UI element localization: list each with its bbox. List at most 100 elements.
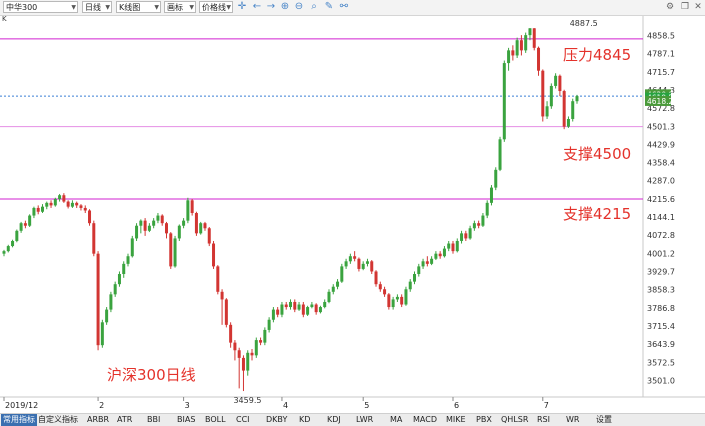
candle-body	[173, 238, 177, 267]
candle-body	[519, 40, 523, 51]
candle-body	[532, 28, 536, 48]
price-mode-select[interactable]: 价格线 ▼	[199, 1, 233, 13]
candle-body	[53, 199, 57, 206]
candle-body	[182, 220, 186, 226]
tab-bias[interactable]: BIAS	[177, 414, 195, 426]
candle-body	[395, 296, 399, 300]
candle-body	[194, 213, 198, 234]
settings-icon[interactable]: ⚙	[664, 1, 676, 13]
candle-body	[199, 223, 203, 234]
candle-body	[280, 304, 284, 315]
candle-body	[152, 220, 156, 226]
candle-body	[45, 202, 49, 207]
tab-常用指标[interactable]: 常用指标	[1, 414, 37, 426]
tab-pbx[interactable]: PBX	[476, 414, 492, 426]
candle-body	[70, 202, 74, 207]
candle-body	[117, 274, 121, 285]
candle-body	[229, 324, 233, 343]
y-tick-label: 4787.1	[647, 50, 675, 59]
candle-body	[472, 223, 476, 229]
link-icon[interactable]: ⚯	[338, 1, 350, 13]
candle-body	[23, 223, 27, 226]
candle-body	[147, 225, 151, 231]
tab-rsi[interactable]: RSI	[537, 414, 550, 426]
candle-body	[515, 40, 519, 56]
candle-body	[96, 253, 100, 346]
candle-body	[438, 253, 442, 257]
candle-body	[62, 195, 66, 202]
price-tag-label: 4618.2	[647, 97, 673, 106]
candle-body	[15, 230, 19, 241]
arrow-right-icon[interactable]: →	[265, 1, 277, 13]
symbol-select[interactable]: 中华300 ▼	[3, 1, 78, 13]
arrow-left-icon[interactable]: ←	[251, 1, 263, 13]
x-tick-label: 2	[99, 401, 104, 410]
candle-body	[485, 202, 489, 216]
candle-body	[498, 139, 502, 170]
candle-body	[425, 261, 429, 264]
candle-body	[340, 266, 344, 282]
tab-mike[interactable]: MIKE	[446, 414, 466, 426]
candle-body	[327, 291, 331, 302]
tab-cci[interactable]: CCI	[236, 414, 250, 426]
chart-type-select[interactable]: K线图 ▼	[116, 1, 161, 13]
tab-arbr[interactable]: ARBR	[87, 414, 109, 426]
tab-boll[interactable]: BOLL	[205, 414, 226, 426]
tab-ma[interactable]: MA	[390, 414, 402, 426]
candle-body	[404, 289, 408, 305]
zoom-out-icon[interactable]: ⊖	[293, 1, 305, 13]
candle-body	[558, 75, 562, 92]
y-tick-label: 3929.7	[647, 268, 675, 277]
chevron-down-icon: ▼	[71, 4, 76, 11]
close-icon[interactable]: ✕	[692, 1, 704, 13]
candle-body	[169, 233, 173, 267]
period-select[interactable]: 日线 ▼	[82, 1, 112, 13]
tab-atr[interactable]: ATR	[117, 414, 132, 426]
candle-body	[413, 274, 417, 282]
candle-body	[267, 319, 271, 330]
x-tick-label: 7	[544, 401, 549, 410]
y-tick-label: 3786.8	[647, 304, 675, 313]
indicator-select[interactable]: 画标 ▼	[164, 1, 196, 13]
candle-body	[310, 304, 314, 308]
candle-body	[468, 228, 472, 239]
candle-body	[541, 70, 545, 117]
tab-自定义指标[interactable]: 自定义指标	[38, 414, 78, 426]
candle-body	[11, 240, 15, 247]
y-tick-label: 4001.2	[647, 249, 675, 258]
candle-body	[447, 243, 451, 249]
candle-body	[2, 251, 6, 254]
tab-dkby[interactable]: DKBY	[266, 414, 287, 426]
tab-wr[interactable]: WR	[566, 414, 579, 426]
candle-body	[100, 322, 104, 346]
tab-kd[interactable]: KD	[299, 414, 310, 426]
restore-icon[interactable]: ❐	[679, 1, 691, 13]
crosshair-icon[interactable]: ✛	[236, 1, 248, 13]
candle-body	[233, 342, 237, 351]
pen-icon[interactable]: ✎	[323, 1, 335, 13]
tab-kdj[interactable]: KDJ	[327, 414, 341, 426]
search-icon[interactable]: ⌕	[308, 1, 320, 13]
candle-body	[220, 291, 224, 300]
candle-body	[92, 223, 96, 254]
candle-body	[186, 200, 190, 221]
candle-body	[79, 205, 83, 208]
zoom-in-icon[interactable]: ⊕	[279, 1, 291, 13]
candle-body	[139, 220, 143, 226]
candle-body	[289, 301, 292, 308]
candle-body	[105, 309, 109, 323]
candle-body	[378, 284, 382, 290]
candle-body	[464, 233, 468, 239]
tab-lwr[interactable]: LWR	[356, 414, 373, 426]
candle-body	[276, 309, 280, 315]
indicator-select-value: 画标	[167, 3, 183, 12]
tab-qhlsr[interactable]: QHLSR	[501, 414, 528, 426]
tab-设置[interactable]: 设置	[596, 414, 612, 426]
y-tick-label: 4715.7	[647, 68, 675, 77]
y-tick-label: 3572.5	[647, 358, 675, 367]
indicator-tab-bar: 常用指标 自定义指标 ARBR ATR BBI BIAS BOLL CCI DKBY KD KDJ L…	[0, 413, 705, 426]
candle-body	[306, 307, 310, 315]
candle-body	[254, 340, 258, 356]
tab-bbi[interactable]: BBI	[147, 414, 160, 426]
tab-macd[interactable]: MACD	[413, 414, 437, 426]
